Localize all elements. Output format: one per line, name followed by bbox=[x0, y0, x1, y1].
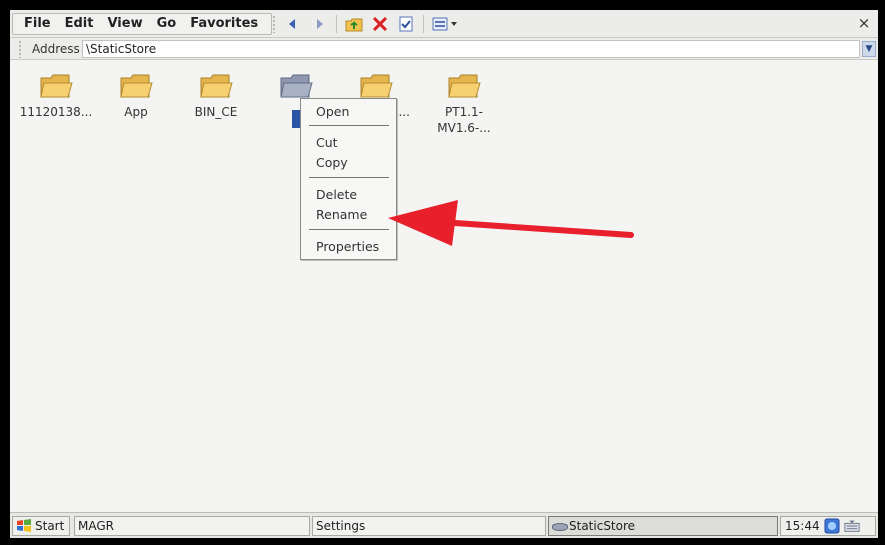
task-magr[interactable]: MAGR bbox=[74, 516, 310, 536]
start-label: Start bbox=[35, 519, 65, 533]
desktop-icon[interactable] bbox=[824, 518, 840, 534]
windows-logo-icon bbox=[17, 519, 31, 532]
red-arrow-icon bbox=[388, 200, 634, 246]
taskbar: Start MAGR Settings StaticStore 15:44 bbox=[10, 512, 878, 538]
start-button[interactable]: Start bbox=[12, 516, 70, 536]
clock[interactable]: 15:44 bbox=[785, 519, 820, 533]
task-label: StaticStore bbox=[569, 519, 636, 533]
task-settings[interactable]: Settings bbox=[312, 516, 546, 536]
task-staticstore[interactable]: StaticStore bbox=[548, 516, 778, 536]
keyboard-icon[interactable] bbox=[844, 518, 860, 534]
drive-icon bbox=[552, 522, 568, 531]
system-tray: 15:44 bbox=[780, 516, 876, 536]
screen: File Edit View Go Favorites × Address \S… bbox=[10, 10, 878, 538]
